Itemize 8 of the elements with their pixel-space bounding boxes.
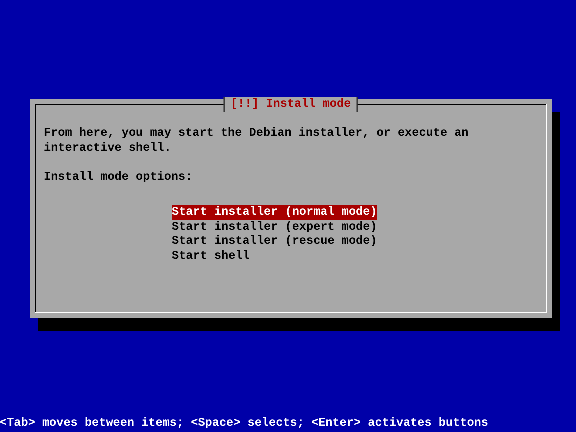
dialog-title: [!!] Install mode	[224, 97, 358, 112]
menu-option[interactable]: Start installer (expert mode)	[172, 220, 378, 234]
options-prompt: Install mode options:	[44, 170, 194, 184]
menu-option[interactable]: Start shell	[172, 248, 250, 263]
menu-option[interactable]: Start installer (normal mode)	[172, 205, 378, 220]
status-bar-text: <Tab> moves between items; <Space> selects; <Enter> activates buttons	[0, 416, 490, 430]
dialog-message: From here, you may start the Debian installer, or execute an interactive shell.	[44, 126, 470, 155]
menu-option[interactable]: Start installer (rescue mode)	[172, 234, 378, 248]
